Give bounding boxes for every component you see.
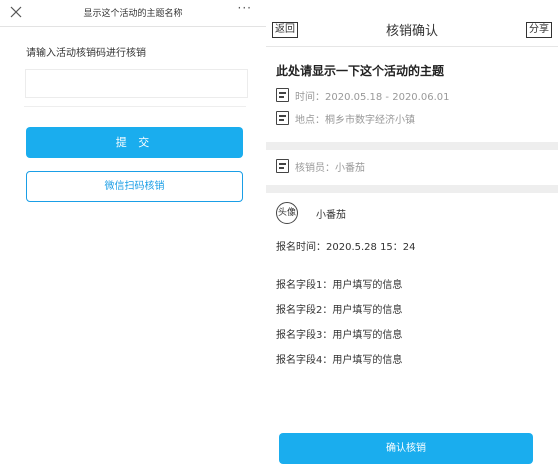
page-title: 显示这个活动的主题名称 [83, 9, 183, 19]
page-title: 核销确认 [385, 24, 438, 39]
signup-field: 报名字段4：用户填写的信息 [276, 355, 403, 366]
share-button[interactable]: 分享 [526, 22, 552, 38]
event-time: 时间：2020.05.18 - 2020.06.01 [295, 91, 450, 103]
verification-code-page: 显示这个活动的主题名称 ··· 请输入活动核销码进行核销 提 交 微信扫码核销 [0, 0, 266, 474]
header-divider [266, 46, 558, 47]
info-card-icon [276, 111, 289, 125]
submit-button[interactable]: 提 交 [26, 127, 243, 158]
header-divider [0, 26, 266, 27]
code-prompt-label: 请输入活动核销码进行核销 [26, 48, 146, 59]
verification-code-input[interactable] [25, 69, 248, 98]
section-divider [266, 185, 558, 193]
avatar: 头像 [276, 202, 298, 224]
event-location-row: 地点：桐乡市数字经济小镇 [276, 110, 415, 126]
right-header: 返回 核销确认 分享 [266, 0, 558, 46]
input-divider [24, 106, 246, 107]
verification-confirm-page: 返回 核销确认 分享 此处请显示一下这个活动的主题 时间：2020.05.18 … [266, 0, 558, 474]
event-location: 地点：桐乡市数字经济小镇 [295, 114, 415, 126]
verifier-name: 核销员：小番茄 [295, 162, 365, 174]
more-icon[interactable]: ··· [238, 2, 252, 14]
confirm-verification-button[interactable]: 确认核销 [279, 433, 533, 464]
wechat-scan-button[interactable]: 微信扫码核销 [26, 171, 243, 202]
signup-field: 报名字段1：用户填写的信息 [276, 280, 403, 291]
signup-time: 报名时间：2020.5.28 15：24 [276, 242, 416, 253]
verifier-row: 核销员：小番茄 [276, 158, 365, 174]
signup-field: 报名字段3：用户填写的信息 [276, 330, 403, 341]
event-title: 此处请显示一下这个活动的主题 [276, 64, 445, 78]
signup-field: 报名字段2：用户填写的信息 [276, 305, 403, 316]
left-header: 显示这个活动的主题名称 ··· [0, 0, 266, 26]
info-card-icon [276, 159, 289, 173]
event-time-row: 时间：2020.05.18 - 2020.06.01 [276, 87, 449, 103]
section-divider [266, 142, 558, 150]
close-icon[interactable] [9, 4, 23, 18]
participant-name: 小番茄 [316, 210, 346, 221]
info-card-icon [276, 88, 289, 102]
